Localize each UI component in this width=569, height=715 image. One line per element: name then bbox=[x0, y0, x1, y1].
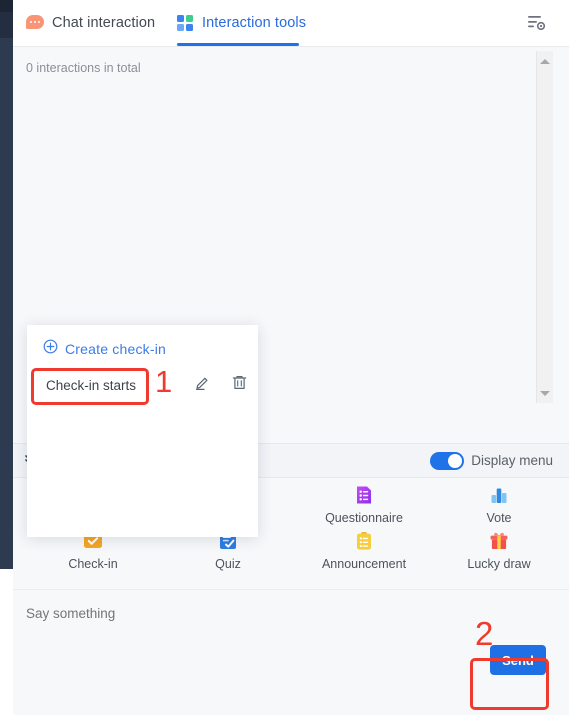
message-input[interactable] bbox=[26, 606, 406, 621]
interaction-count-text: 0 interactions in total bbox=[26, 61, 141, 75]
create-check-in-label: Create check-in bbox=[65, 341, 167, 357]
display-menu-toggle[interactable] bbox=[430, 451, 465, 470]
clipboard-announce-icon bbox=[353, 530, 375, 552]
tab-interaction-tools-label: Interaction tools bbox=[202, 15, 307, 31]
check-in-item-row: Check-in starts bbox=[40, 369, 248, 401]
create-check-in-button[interactable]: Create check-in bbox=[43, 339, 166, 359]
tab-interaction-tools[interactable]: Interaction tools bbox=[177, 0, 306, 46]
scroll-down-arrow[interactable] bbox=[537, 385, 553, 401]
tool-lucky-draw[interactable]: Lucky draw bbox=[451, 530, 547, 571]
plus-circle-icon bbox=[43, 339, 58, 359]
toggle-knob bbox=[448, 453, 463, 468]
tool-questionnaire-label: Questionnaire bbox=[325, 511, 403, 525]
tool-vote[interactable]: Vote bbox=[451, 484, 547, 525]
active-tab-underline bbox=[177, 43, 299, 46]
check-in-popup: Create check-in Check-in starts bbox=[27, 325, 258, 537]
left-rail-segment-top bbox=[0, 0, 13, 12]
questionnaire-form-icon bbox=[353, 484, 375, 506]
display-menu-label: Display menu bbox=[471, 453, 553, 468]
tool-announcement-label: Announcement bbox=[321, 557, 407, 571]
tab-bar: Chat interaction Interaction tools bbox=[13, 0, 569, 47]
tab-chat-interaction-label: Chat interaction bbox=[52, 15, 156, 31]
tab-chat-interaction[interactable]: Chat interaction bbox=[26, 0, 155, 46]
tool-quiz-label: Quiz bbox=[215, 557, 241, 571]
bar-chart-vote-icon bbox=[488, 484, 510, 506]
scroll-up-arrow[interactable] bbox=[537, 53, 553, 69]
tool-vote-label: Vote bbox=[486, 511, 512, 525]
tool-check-in-label: Check-in bbox=[68, 557, 118, 571]
gift-box-icon bbox=[488, 530, 510, 552]
trash-delete-icon[interactable] bbox=[231, 374, 248, 396]
grid-squares-icon bbox=[177, 14, 194, 32]
tool-questionnaire[interactable]: Questionnaire bbox=[316, 484, 412, 525]
display-menu-toggle-group[interactable]: Display menu bbox=[430, 451, 553, 470]
chat-bubble-icon bbox=[26, 14, 44, 32]
send-button[interactable]: Send bbox=[490, 645, 546, 675]
content-scrollbar[interactable] bbox=[536, 51, 553, 403]
settings-lines-gear-icon[interactable] bbox=[527, 14, 547, 31]
tool-lucky-draw-label: Lucky draw bbox=[467, 557, 531, 571]
pencil-edit-icon[interactable] bbox=[194, 374, 211, 396]
left-rail bbox=[0, 0, 13, 569]
check-in-starts-button[interactable]: Check-in starts bbox=[40, 373, 142, 398]
tool-announcement[interactable]: Announcement bbox=[316, 530, 412, 571]
message-composer: Send bbox=[13, 589, 569, 715]
left-rail-segment-upper bbox=[0, 12, 13, 38]
